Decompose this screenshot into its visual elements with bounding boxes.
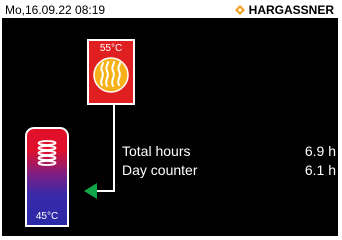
boiler-heater-button[interactable]: 55°C [87,39,135,105]
info-label: Total hours [122,143,191,159]
heating-coil-icon [37,140,57,166]
controller-screen: Mo,16.09.22 08:19 HARGASSNER 55°C 45°C T… [0,0,342,240]
info-row-day-counter: Day counter 6.1 h [122,161,338,179]
info-label: Day counter [122,162,198,178]
info-value: 6.9 h [304,143,336,159]
buffer-tank-button[interactable]: 45°C [25,127,69,227]
boiler-temperature: 55°C [99,43,123,54]
info-value: 6.1 h [304,162,336,178]
flow-arrow-left-icon [84,183,97,199]
display-panel: Mo,16.09.22 08:19 HARGASSNER 55°C 45°C T… [2,2,338,236]
info-row-total-hours: Total hours 6.9 h [122,142,338,160]
tank-temperature: 45°C [35,211,59,222]
flame-coils-icon [93,57,129,93]
